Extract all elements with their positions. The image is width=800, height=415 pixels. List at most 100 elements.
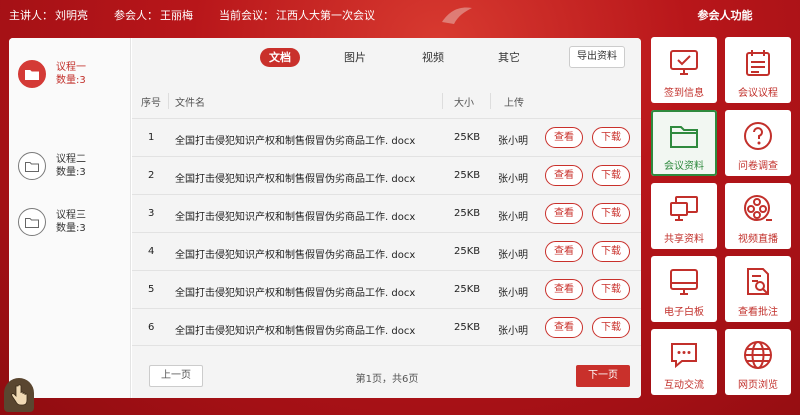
- download-button[interactable]: 下载: [592, 127, 630, 148]
- next-page-button[interactable]: 下一页: [576, 365, 630, 387]
- whiteboard-icon: [670, 269, 698, 295]
- page-info: 第1页，共6页: [355, 374, 419, 385]
- row-size: 25KB: [454, 170, 481, 181]
- row-no: 3: [148, 208, 155, 219]
- calendar-icon: [746, 50, 770, 76]
- agenda-title: 议程三: [56, 210, 86, 221]
- function-materials-button[interactable]: 会议资料: [651, 110, 717, 176]
- header-bar: 主讲人： 刘明亮 参会人： 王丽梅 当前会议： 江西人大第一次会议: [0, 0, 650, 30]
- function-whiteboard-button[interactable]: 电子白板: [651, 256, 717, 322]
- row-no: 1: [148, 132, 155, 143]
- col-size: 大小: [454, 98, 474, 109]
- function-annotations-button[interactable]: 查看批注: [725, 256, 791, 322]
- table-row: 5 全国打击侵犯知识产权和制售假冒伪劣商品工作. docx 25KB 张小明 查…: [132, 270, 641, 308]
- function-label: 查看批注: [738, 307, 778, 318]
- col-no: 序号: [141, 98, 161, 109]
- meeting-info: 当前会议： 江西人大第一次会议: [219, 7, 377, 23]
- document-search-icon: [747, 268, 769, 295]
- film-reel-icon: [744, 195, 772, 221]
- view-button[interactable]: 查看: [545, 203, 583, 224]
- function-label: 共享资料: [664, 234, 704, 245]
- download-button[interactable]: 下载: [592, 241, 630, 262]
- export-materials-button[interactable]: 导出资料: [569, 46, 625, 68]
- folder-icon: [18, 60, 46, 88]
- tab-images[interactable]: 图片: [335, 48, 375, 67]
- agenda-title: 议程一: [56, 62, 86, 73]
- view-button[interactable]: 查看: [545, 317, 583, 338]
- agenda-item-1[interactable]: 议程一 数量:3: [9, 48, 131, 100]
- function-browser-button[interactable]: 网页浏览: [725, 329, 791, 395]
- row-uploader: 张小明: [498, 288, 528, 299]
- function-checkin-button[interactable]: 签到信息: [651, 37, 717, 103]
- hand-pointer-icon: [11, 384, 28, 406]
- row-no: 6: [148, 322, 155, 333]
- prev-page-button[interactable]: 上一页: [149, 365, 203, 387]
- function-chat-button[interactable]: 互动交流: [651, 329, 717, 395]
- row-filename: 全国打击侵犯知识产权和制售假冒伪劣商品工作. docx: [175, 136, 416, 147]
- folder-icon: [18, 152, 46, 180]
- row-uploader: 张小明: [498, 136, 528, 147]
- download-button[interactable]: 下载: [592, 279, 630, 300]
- function-label: 互动交流: [664, 380, 704, 391]
- agenda-item-2[interactable]: 议程二 数量:3: [9, 140, 131, 192]
- tab-videos[interactable]: 视频: [413, 48, 453, 67]
- row-filename: 全国打击侵犯知识产权和制售假冒伪劣商品工作. docx: [175, 174, 416, 185]
- view-button[interactable]: 查看: [545, 279, 583, 300]
- side-panel-title: 参会人功能: [697, 9, 753, 22]
- row-no: 2: [148, 170, 155, 181]
- row-filename: 全国打击侵犯知识产权和制售假冒伪劣商品工作. docx: [175, 326, 416, 337]
- view-button[interactable]: 查看: [545, 241, 583, 262]
- function-label: 视频直播: [738, 234, 778, 245]
- download-button[interactable]: 下载: [592, 203, 630, 224]
- materials-content: 文档 图片 视频 其它 导出资料 序号 文件名 大小 上传 1 全国打击侵犯知识…: [132, 38, 641, 398]
- function-shared-button[interactable]: 共享资料: [651, 183, 717, 249]
- agenda-sidebar: 议程一 数量:3 议程二 数量:3 议程三数量:3: [9, 38, 131, 398]
- main-panel: 议程一 数量:3 议程二 数量:3 议程三数量:3 文档 图片 视频 其它 导出资料…: [9, 38, 641, 398]
- question-icon: [744, 122, 772, 150]
- participant-info: 参会人： 王丽梅: [114, 7, 195, 23]
- speaker-label: 主讲人：: [9, 9, 53, 22]
- function-label: 会议资料: [664, 161, 704, 172]
- function-label: 电子白板: [664, 307, 704, 318]
- col-filename: 文件名: [175, 98, 205, 109]
- row-no: 4: [148, 246, 155, 257]
- monitor-check-icon: [670, 50, 698, 75]
- download-button[interactable]: 下载: [592, 165, 630, 186]
- tab-other[interactable]: 其它: [489, 48, 529, 67]
- row-size: 25KB: [454, 246, 481, 257]
- folder-icon: [670, 126, 698, 148]
- globe-icon: [744, 341, 772, 369]
- agenda-count: 数量:3: [56, 223, 86, 234]
- function-survey-button[interactable]: 问卷调查: [725, 110, 791, 176]
- row-uploader: 张小明: [498, 250, 528, 261]
- row-size: 25KB: [454, 322, 481, 333]
- function-label: 网页浏览: [738, 380, 778, 391]
- folder-icon: [18, 208, 46, 236]
- function-label: 会议议程: [738, 88, 778, 99]
- touch-assist-button[interactable]: [4, 378, 34, 412]
- table-row: 2 全国打击侵犯知识产权和制售假冒伪劣商品工作. docx 25KB 张小明 查…: [132, 156, 641, 194]
- download-button[interactable]: 下载: [592, 317, 630, 338]
- function-agenda-button[interactable]: 会议议程: [725, 37, 791, 103]
- agenda-item-3[interactable]: 议程三数量:3: [9, 196, 131, 248]
- agenda-title: 议程二: [56, 154, 86, 165]
- table-row: 4 全国打击侵犯知识产权和制售假冒伪劣商品工作. docx 25KB 张小明 查…: [132, 232, 641, 270]
- row-filename: 全国打击侵犯知识产权和制售假冒伪劣商品工作. docx: [175, 250, 416, 261]
- tab-documents[interactable]: 文档: [260, 48, 300, 67]
- function-label: 签到信息: [664, 88, 704, 99]
- function-livestream-button[interactable]: 视频直播: [725, 183, 791, 249]
- meeting-name: 江西人大第一次会议: [276, 9, 375, 22]
- row-size: 25KB: [454, 132, 481, 143]
- participant-name: 王丽梅: [160, 9, 193, 22]
- col-uploader: 上传: [504, 98, 524, 109]
- row-filename: 全国打击侵犯知识产权和制售假冒伪劣商品工作. docx: [175, 288, 416, 299]
- table-header: 序号 文件名 大小 上传: [132, 88, 641, 114]
- row-size: 25KB: [454, 208, 481, 219]
- dove-decoration-icon: [442, 7, 472, 25]
- speaker-info: 主讲人： 刘明亮: [9, 7, 90, 23]
- table-row: 3 全国打击侵犯知识产权和制售假冒伪劣商品工作. docx 25KB 张小明 查…: [132, 194, 641, 232]
- meeting-label: 当前会议：: [219, 9, 274, 22]
- view-button[interactable]: 查看: [545, 165, 583, 186]
- view-button[interactable]: 查看: [545, 127, 583, 148]
- chat-icon: [671, 343, 697, 369]
